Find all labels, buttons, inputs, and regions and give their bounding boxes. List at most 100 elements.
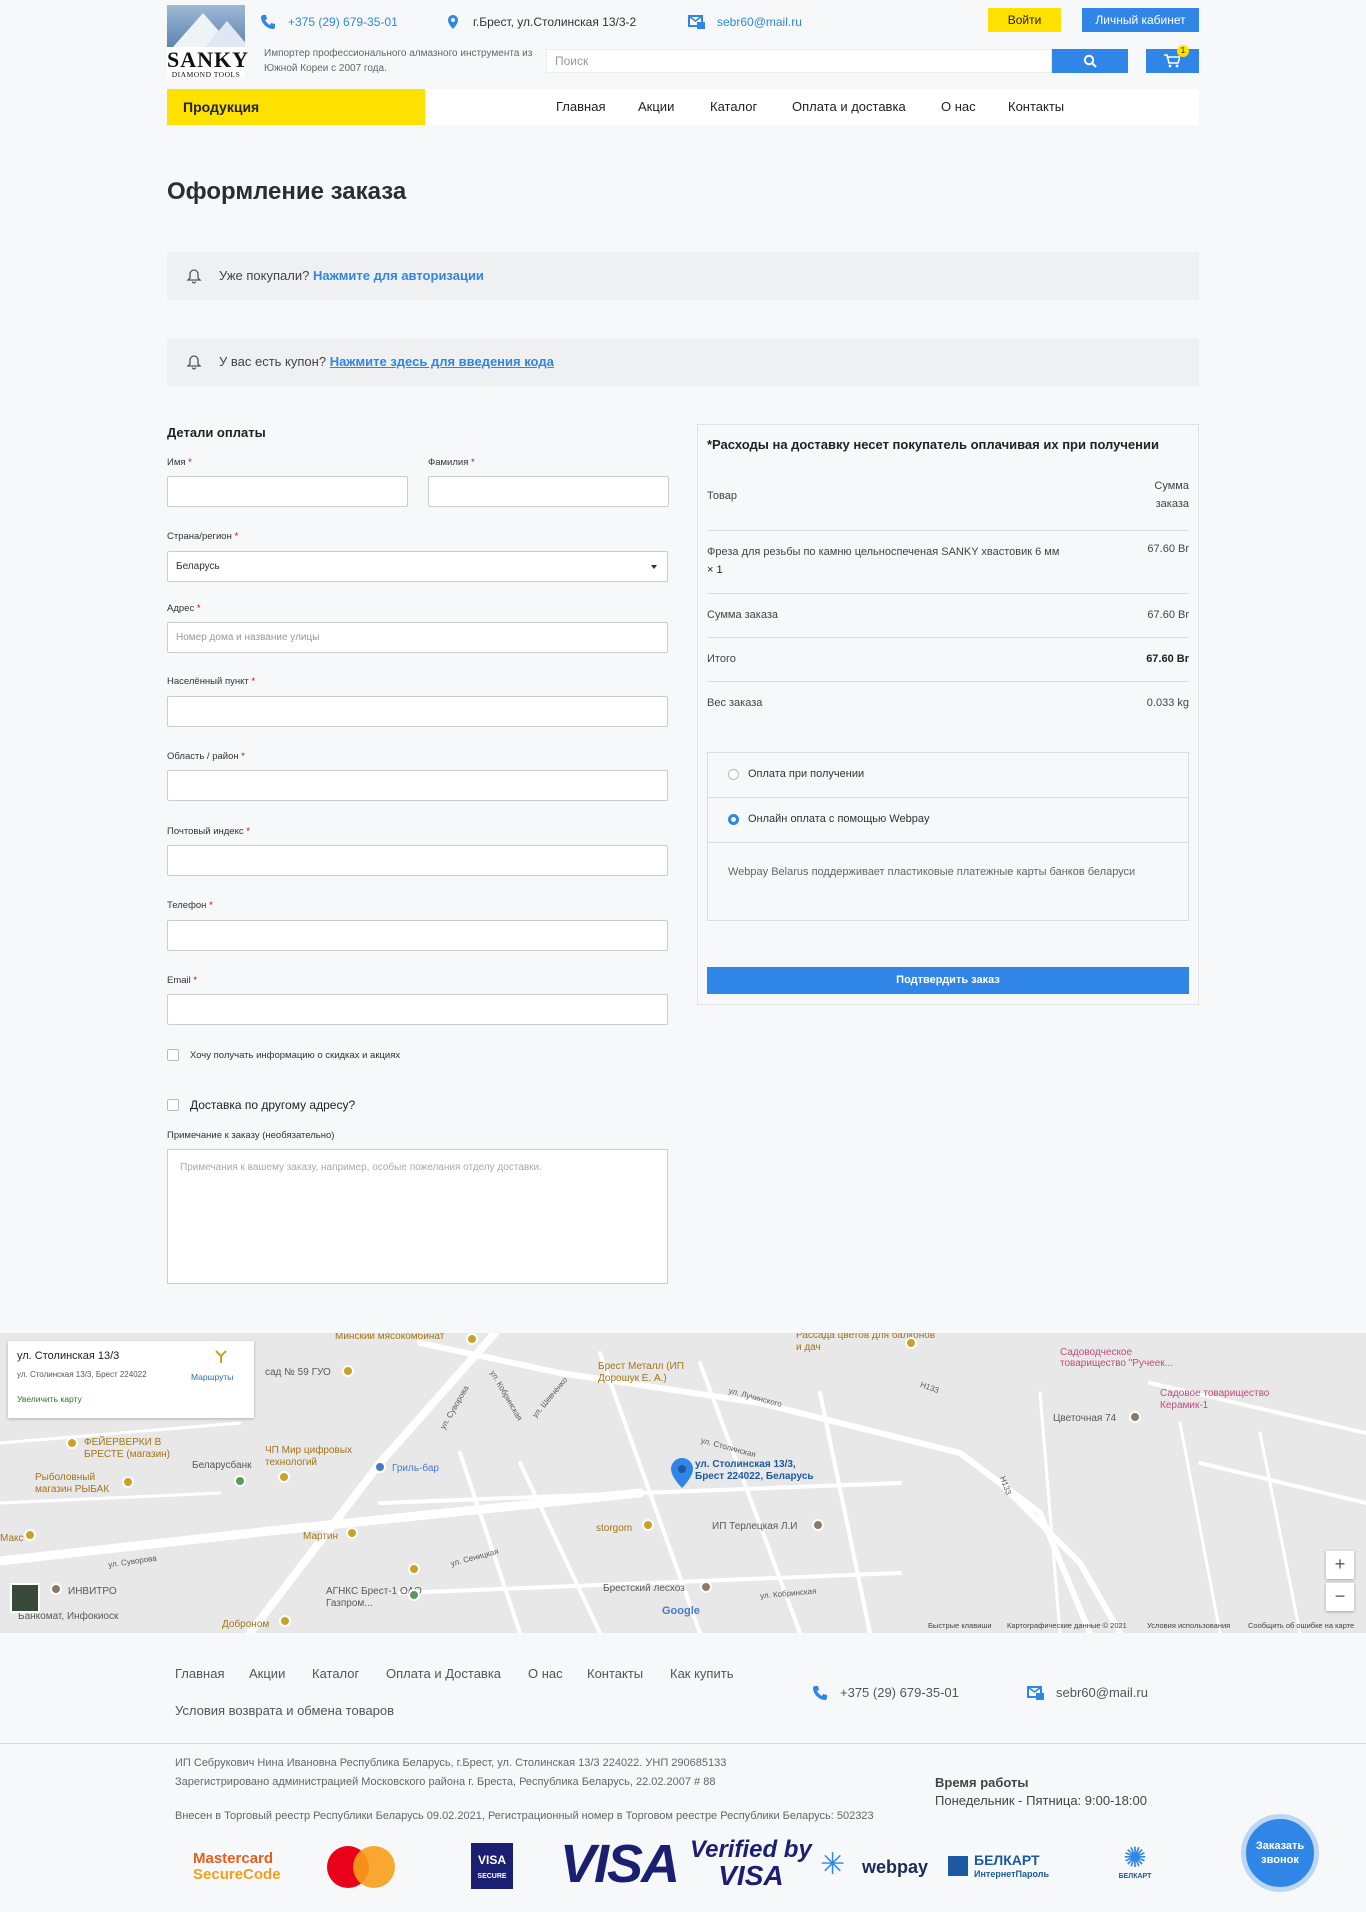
chevron-down-icon <box>651 565 657 569</box>
map-enlarge-link[interactable]: Увеличить карту <box>17 1394 82 1404</box>
last-name-field[interactable] <box>428 476 669 507</box>
phone-field[interactable] <box>167 920 668 951</box>
map-routes-link[interactable]: Маршруты <box>191 1372 233 1382</box>
payment-methods: Оплата при получении Онлайн оплата с пом… <box>707 752 1189 921</box>
subtotal-value: 67.60 Br <box>1147 609 1189 621</box>
map-poi-icon <box>408 1589 420 1601</box>
country-select[interactable]: Беларусь <box>167 551 668 582</box>
radio-webpay[interactable] <box>728 814 739 825</box>
footer-divider <box>0 1743 1366 1744</box>
nav-catalog[interactable]: Каталог <box>710 89 757 125</box>
nav-promotions[interactable]: Акции <box>638 89 674 125</box>
map-place: storgom <box>596 1523 633 1534</box>
map-poi-icon <box>642 1519 654 1531</box>
country-value: Беларусь <box>176 561 220 572</box>
map-terms-link[interactable]: Условия использования <box>1147 1621 1230 1630</box>
footer-link-contacts[interactable]: Контакты <box>587 1666 643 1681</box>
map-poi-icon <box>346 1527 358 1539</box>
map-card-title: ул. Столинская 13/3 <box>17 1350 120 1362</box>
header-tagline: Импортер профессионального алмазного инс… <box>264 48 533 74</box>
postcode-field[interactable] <box>167 845 668 876</box>
site-logo[interactable]: SANKY DIAMOND TOOLS <box>167 5 248 79</box>
phone-label: Телефон * <box>167 900 213 911</box>
login-button[interactable]: Войти <box>988 8 1061 32</box>
map-poi-icon <box>234 1475 246 1487</box>
coupon-notice: У вас есть купон? Нажмите здесь для введ… <box>167 338 1199 386</box>
nav-home[interactable]: Главная <box>556 89 605 125</box>
google-logo: Google <box>662 1605 700 1617</box>
footer-link-returns[interactable]: Условия возврата и обмена товаров <box>175 1703 394 1718</box>
weight-label: Вес заказа <box>707 697 763 709</box>
callback-request-button[interactable]: Заказать звонок <box>1241 1814 1319 1892</box>
map-pin-icon[interactable] <box>671 1458 693 1488</box>
email-field[interactable] <box>167 994 668 1025</box>
order-notes-textarea[interactable]: Примечания к вашему заказу, например, ос… <box>167 1149 668 1284</box>
map-zoom-in-button[interactable]: + <box>1326 1551 1354 1579</box>
footer-link-payment[interactable]: Оплата и Доставка <box>386 1666 501 1681</box>
nav-contacts[interactable]: Контакты <box>1008 89 1064 125</box>
routes-icon[interactable] <box>214 1349 228 1363</box>
map-poi-icon <box>905 1337 917 1349</box>
map-poi-icon <box>812 1519 824 1531</box>
city-field[interactable] <box>167 696 668 727</box>
cart-button[interactable]: 1 <box>1146 45 1199 73</box>
satellite-toggle[interactable] <box>10 1583 40 1613</box>
footer-link-home[interactable]: Главная <box>175 1666 224 1681</box>
map-poi-icon <box>122 1476 134 1488</box>
footer-link-how-to-buy[interactable]: Как купить <box>670 1666 733 1681</box>
map-place: Садоводческое товарищество "Ручеек... <box>1060 1347 1173 1369</box>
map-poi-icon <box>1129 1411 1141 1423</box>
map-zoom-out-button[interactable]: − <box>1326 1583 1354 1611</box>
nav-about[interactable]: О нас <box>941 89 976 125</box>
map-shortcuts-link[interactable]: Быстрые клавиши <box>928 1621 992 1630</box>
col-sum: Сумма заказа <box>1154 480 1189 510</box>
bell-icon <box>186 269 202 284</box>
coupon-link[interactable]: Нажмите здесь для введения кода <box>330 354 554 369</box>
location-pin-icon <box>448 15 458 29</box>
order-summary: *Расходы на доставку несет покупатель оп… <box>697 424 1199 1005</box>
site-footer: Главная Акции Каталог Оплата и Доставка … <box>0 1633 1366 1912</box>
footer-link-catalog[interactable]: Каталог <box>312 1666 359 1681</box>
login-notice-text: Уже покупали? <box>219 268 310 283</box>
mountain-logo-icon <box>167 5 245 47</box>
email-icon <box>688 15 705 29</box>
footer-phone[interactable]: +375 (29) 679-35-01 <box>840 1685 959 1700</box>
footer-link-promotions[interactable]: Акции <box>249 1666 285 1681</box>
ship-other-address-checkbox[interactable] <box>167 1099 179 1111</box>
products-menu-button[interactable]: Продукция <box>167 89 425 125</box>
map-poi-icon <box>374 1461 386 1473</box>
payment-option-cod[interactable]: Оплата при получении <box>708 753 1188 798</box>
phone-icon <box>813 1686 827 1700</box>
newsletter-checkbox[interactable] <box>167 1049 179 1061</box>
cart-count-badge: 1 <box>1177 45 1189 57</box>
payment-option-webpay[interactable]: Онлайн оплата с помощью Webpay <box>708 798 1188 843</box>
map-place: ИП Терлецкая Л.И <box>712 1521 798 1532</box>
map-place: Беларусбанк <box>192 1460 252 1471</box>
radio-cod[interactable] <box>728 769 739 780</box>
total-row: Итого 67.60 Br <box>707 638 1189 682</box>
map-poi-icon <box>24 1529 36 1541</box>
google-map[interactable]: ул. Столинская 13/3 ул. Столинская 13/3,… <box>0 1333 1366 1633</box>
payment-webpay-label: Онлайн оплата с помощью Webpay <box>748 813 930 825</box>
cabinet-button[interactable]: Личный кабинет <box>1082 8 1199 32</box>
footer-email[interactable]: sebr60@mail.ru <box>1056 1685 1148 1700</box>
header-email[interactable]: sebr60@mail.ru <box>717 15 802 29</box>
cart-icon <box>1164 54 1180 68</box>
header-phone[interactable]: +375 (29) 679-35-01 <box>288 15 398 29</box>
map-place: Садовое товарищество Керамик-1 <box>1160 1388 1270 1411</box>
region-field[interactable] <box>167 770 668 801</box>
footer-link-about[interactable]: О нас <box>528 1666 563 1681</box>
confirm-order-button[interactable]: Подтвердить заказ <box>707 967 1189 994</box>
search-input[interactable]: Поиск <box>546 49 1052 73</box>
map-report-link[interactable]: Сообщить об ошибке на карте <box>1248 1621 1354 1630</box>
address-field[interactable]: Номер дома и название улицы <box>167 622 668 653</box>
order-notes-label: Примечание к заказу (необязательно) <box>167 1130 335 1141</box>
map-pin-label: ул. Столинская 13/3, Брест 224022, Белару… <box>695 1459 814 1482</box>
first-name-field[interactable] <box>167 476 408 507</box>
login-link[interactable]: Нажмите для авторизации <box>313 268 484 283</box>
nav-payment-delivery[interactable]: Оплата и доставка <box>792 89 906 125</box>
payment-cod-label: Оплата при получении <box>748 768 865 780</box>
search-button[interactable] <box>1052 49 1128 73</box>
mastercard-logo <box>327 1846 395 1888</box>
visa-secure-logo: VISA SECURE <box>471 1843 513 1889</box>
